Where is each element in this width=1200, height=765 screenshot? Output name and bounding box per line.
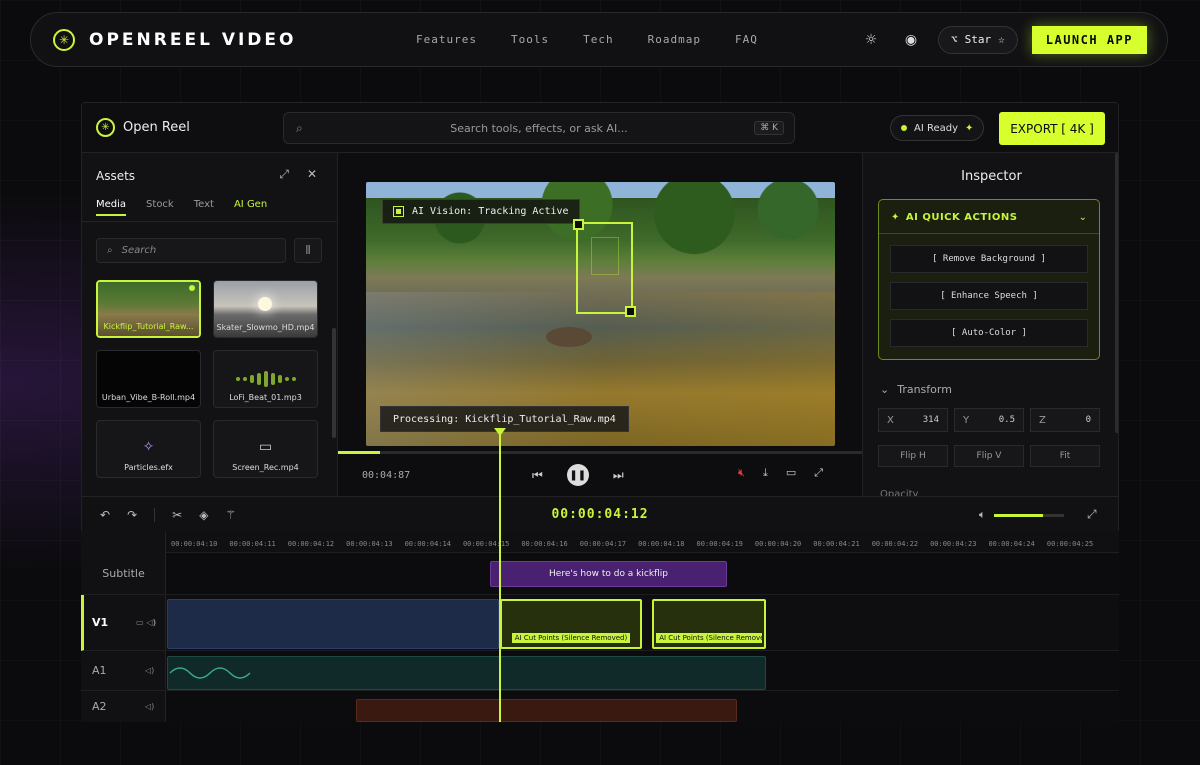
- asset-name: Urban_Vibe_B-Roll.mp4: [101, 393, 196, 402]
- star-label: Star: [964, 33, 992, 46]
- asset-name: Screen_Rec.mp4: [232, 463, 299, 472]
- asset-name: Particles.efx: [124, 463, 173, 472]
- speaker-icon[interactable]: ◁): [145, 702, 154, 711]
- page: ✳ OPENREEL VIDEO Features Tools Tech Roa…: [0, 0, 1200, 765]
- ruler-tick: 00:00:04:15: [462, 540, 510, 548]
- track-labels: Subtitle V1 ▭ ◁) A1 ◁) A2 ◁): [81, 531, 166, 722]
- openreel-logo-icon: ✳: [53, 28, 75, 51]
- nav-link-tools[interactable]: Tools: [511, 33, 549, 46]
- monitor-speaker-icon[interactable]: ▭ ◁): [136, 618, 156, 627]
- ruler-tick: 00:00:04:14: [404, 540, 451, 548]
- ruler-tick: 00:00:04:18: [638, 540, 685, 548]
- track-name: V1: [92, 616, 109, 629]
- playhead[interactable]: [494, 428, 506, 722]
- audio-waveform-icon: [169, 667, 251, 679]
- timeline-area: Subtitle V1 ▭ ◁) A1 ◁) A2 ◁) 00:00:04:10…: [81, 102, 1119, 722]
- track-label-a1[interactable]: A1 ◁): [81, 651, 166, 691]
- timeline-ruler[interactable]: 00:00:04:10 00:00:04:11 00:00:04:12 00:00:0…: [166, 531, 1119, 553]
- nav-link-features[interactable]: Features: [416, 33, 477, 46]
- ai-cut-label: AI Cut Points (Silence Removed): [511, 633, 631, 643]
- nav-link-roadmap[interactable]: Roadmap: [648, 33, 701, 46]
- timeline-tracks: Here's how to do a kickflip AI Cut Point…: [166, 553, 1119, 722]
- track-label-v1[interactable]: V1 ▭ ◁): [81, 595, 166, 651]
- github-star-button[interactable]: ⌥ Star ☆: [938, 25, 1018, 54]
- ruler-tick: 00:00:04:22: [871, 540, 919, 548]
- github-icon: ⌥: [951, 33, 958, 46]
- asset-name: Kickflip_Tutorial_Raw...: [103, 322, 194, 331]
- ruler-tick: 00:00:04:16: [521, 540, 568, 548]
- ai-cut-clip[interactable]: AI Cut Points (Silence Removed): [652, 599, 766, 649]
- audio-clip-a2[interactable]: [356, 699, 737, 722]
- track-label-subtitle[interactable]: Subtitle: [81, 553, 166, 595]
- video-clip[interactable]: [167, 599, 499, 649]
- track-label-a2[interactable]: A2 ◁): [81, 691, 166, 722]
- ruler-tick: 00:00:04:20: [754, 540, 802, 548]
- launch-app-button[interactable]: LAUNCH APP: [1031, 25, 1147, 54]
- brand[interactable]: ✳ OPENREEL VIDEO: [53, 28, 297, 51]
- ruler-tick: 00:00:04:23: [930, 540, 977, 548]
- ruler-tick: 00:00:04:17: [579, 540, 627, 548]
- nav-link-faq[interactable]: FAQ: [735, 33, 758, 46]
- ruler-tick: 00:00:04:21: [813, 540, 860, 548]
- top-navigation: ✳ OPENREEL VIDEO Features Tools Tech Roa…: [30, 12, 1168, 67]
- ruler-tick: 00:00:04:13: [346, 540, 393, 548]
- track-name: A2: [92, 700, 107, 713]
- brand-name: OPENREEL VIDEO: [89, 29, 297, 50]
- target-icon[interactable]: ◉: [898, 27, 924, 53]
- speaker-icon[interactable]: ◁): [145, 666, 154, 675]
- nav-actions: ☼ ◉ ⌥ Star ☆ LAUNCH APP: [858, 25, 1147, 54]
- ai-cut-clip[interactable]: AI Cut Points (Silence Removed): [500, 599, 642, 649]
- ai-cut-label: AI Cut Points (Silence Removed): [656, 633, 762, 643]
- ruler-tick: 00:00:04:24: [988, 540, 1035, 548]
- subtitle-clip[interactable]: Here's how to do a kickflip: [490, 561, 727, 587]
- asset-name: LoFi_Beat_01.mp3: [229, 393, 302, 402]
- ruler-tick: 00:00:04:25: [1046, 540, 1094, 548]
- sun-icon[interactable]: ☼: [858, 27, 884, 53]
- ruler-tick: 00:00:04:19: [696, 540, 743, 548]
- audio-clip-a1[interactable]: [167, 656, 766, 690]
- nav-links: Features Tools Tech Roadmap FAQ: [416, 33, 758, 46]
- ruler-tick: 00:00:04:10: [171, 540, 218, 548]
- ruler-tick: 00:00:04:11: [229, 540, 276, 548]
- star-outline-icon: ☆: [998, 33, 1005, 46]
- selected-dot: [189, 285, 195, 291]
- nav-link-tech[interactable]: Tech: [583, 33, 614, 46]
- track-name: Subtitle: [102, 567, 145, 580]
- asset-name: Skater_Slowmo_HD.mp4: [216, 323, 315, 332]
- track-name: A1: [92, 664, 107, 677]
- ruler-tick: 00:00:04:12: [287, 540, 335, 548]
